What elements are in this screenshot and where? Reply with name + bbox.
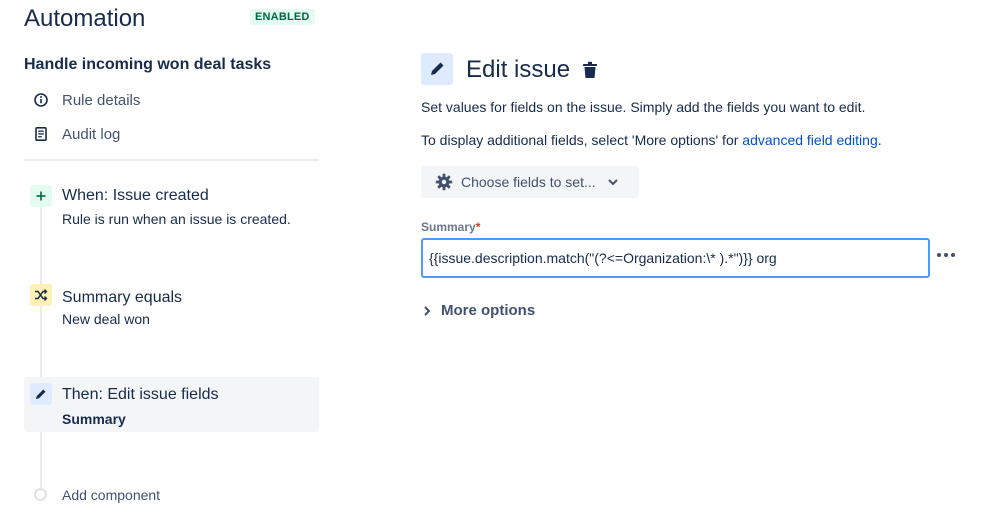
pencil-icon [30,383,52,405]
add-component-dot-icon [34,488,47,501]
app-title: Automation [24,5,146,32]
choose-fields-button[interactable]: Choose fields to set... [421,166,639,198]
component-subtitle: New deal won [62,311,150,327]
gear-icon [435,173,453,191]
choose-fields-label: Choose fields to set... [461,174,596,190]
sidebar-item-label: Audit log [62,125,121,143]
more-options-toggle[interactable]: More options [424,302,535,319]
ellipsis-dot-icon [951,253,955,257]
component-title: Summary equals [62,289,183,306]
status-badge: ENABLED [250,9,315,25]
plus-icon [30,185,52,207]
summary-label-text: Summary [421,220,476,234]
info-icon [32,91,50,109]
advanced-field-editing-link[interactable]: advanced field editing [742,132,877,148]
chevron-right-icon [424,305,431,316]
component-title: Then: Edit issue fields [62,386,219,403]
sidebar-item-rule-details[interactable]: Rule details [32,88,140,112]
add-component-button[interactable]: Add component [62,486,160,504]
description-prefix: To display additional fields, select 'Mo… [421,132,743,148]
summary-input[interactable] [421,238,930,278]
component-condition[interactable]: Summary equals New deal won [24,282,319,332]
component-title: When: Issue created [62,187,209,204]
required-marker: * [475,220,481,234]
component-subtitle: Summary [62,411,126,427]
ellipsis-dot-icon [944,253,948,257]
description-suffix: . [877,132,882,148]
page-title: Edit issue [466,56,571,83]
sidebar-divider [24,159,319,161]
component-timeline [40,202,42,488]
description-advanced: To display additional fields, select 'Mo… [421,131,882,149]
sidebar-item-label: Rule details [62,91,141,109]
more-actions-button[interactable] [937,250,959,260]
component-subtitle: Rule is run when an issue is created. [62,211,291,227]
rule-name: Handle incoming won deal tasks [24,56,272,73]
sidebar-item-audit-log[interactable]: Audit log [32,122,120,146]
component-action[interactable]: Then: Edit issue fields Summary [24,377,319,432]
trash-icon[interactable] [580,59,600,81]
summary-field-label: Summary* [421,219,480,235]
description-text: Set values for fields on the issue. Simp… [421,99,866,115]
document-icon [32,125,50,143]
ellipsis-dot-icon [937,253,941,257]
chevron-down-icon [607,178,618,186]
component-trigger[interactable]: When: Issue created Rule is run when an … [24,182,319,232]
more-options-label: More options [441,302,536,319]
pencil-icon [421,53,453,85]
shuffle-icon [30,284,52,306]
